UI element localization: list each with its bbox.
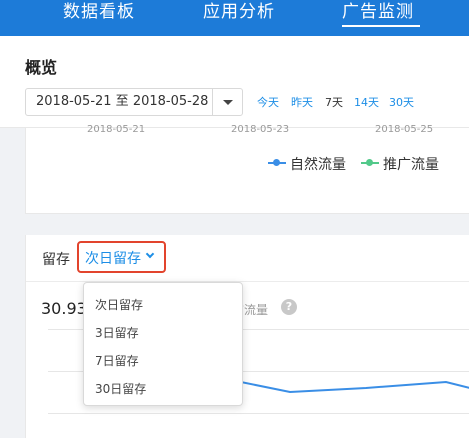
x-tick-label: 2018-05-23 — [231, 124, 290, 135]
dropdown-option-30-day[interactable]: 30日留存 — [95, 380, 146, 397]
legend-dot-promoted — [366, 159, 373, 166]
top-navigation: 数据看板 应用分析 广告监测 — [0, 0, 469, 36]
traffic-chart-card: 2018-05-21 2018-05-23 2018-05-25 自然流量 推广… — [25, 124, 469, 214]
tab-ad-monitoring[interactable]: 广告监测 — [342, 0, 420, 36]
legend-promoted-traffic[interactable]: 推广流量 — [383, 154, 439, 174]
quick-range-7days[interactable]: 7天 — [325, 94, 343, 110]
date-range-value: 2018-05-21 至 2018-05-28 — [36, 94, 209, 109]
x-tick-label: 2018-05-21 — [87, 124, 146, 135]
quick-range-14days[interactable]: 14天 — [354, 94, 379, 110]
quick-range-yesterday[interactable]: 昨天 — [291, 94, 313, 110]
tab-app-analysis[interactable]: 应用分析 — [203, 0, 275, 36]
date-dropdown-button[interactable] — [212, 89, 242, 115]
legend-natural-traffic[interactable]: 自然流量 — [290, 154, 346, 174]
dropdown-option-7-day[interactable]: 7日留存 — [95, 352, 139, 369]
page-title: 概览 — [25, 58, 58, 77]
caret-down-icon — [223, 100, 233, 105]
x-tick-label: 2018-05-25 — [375, 124, 434, 135]
tab-dashboard[interactable]: 数据看板 — [63, 0, 135, 36]
quick-range-today[interactable]: 今天 — [257, 94, 279, 110]
retention-dropdown-menu: 次日留存 3日留存 7日留存 30日留存 — [83, 282, 243, 406]
quick-range-30days[interactable]: 30天 — [389, 94, 414, 110]
legend-dot-natural — [273, 159, 280, 166]
dropdown-option-3-day[interactable]: 3日留存 — [95, 324, 139, 341]
dropdown-option-next-day[interactable]: 次日留存 — [95, 296, 143, 313]
date-range-picker[interactable]: 2018-05-21 至 2018-05-28 — [25, 88, 243, 116]
overview-panel: 概览 2018-05-21 至 2018-05-28 今天 昨天 7天 14天 … — [0, 36, 469, 128]
retention-series-line — [230, 379, 469, 394]
